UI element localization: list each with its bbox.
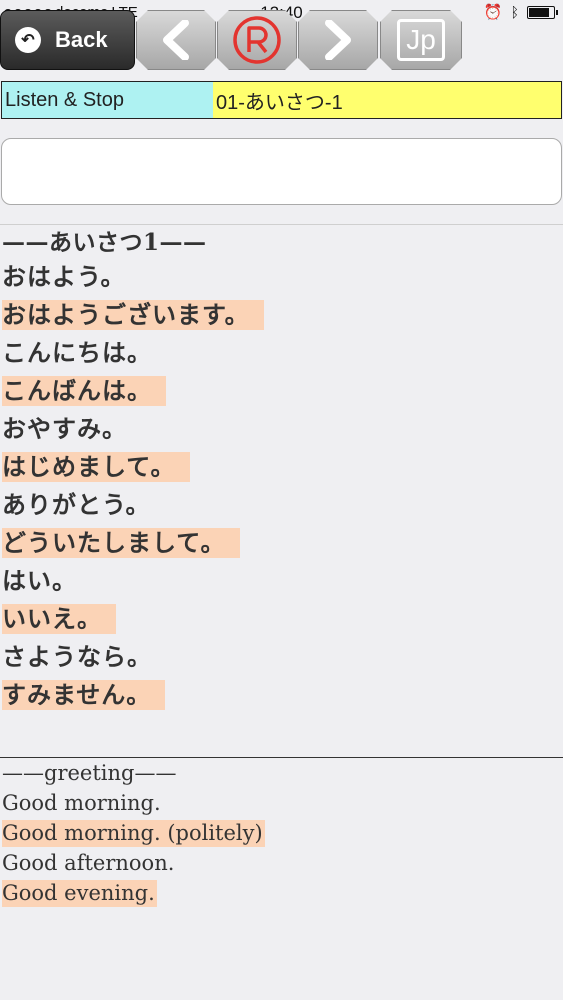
- jp-phrase-text: どういたしまして。: [2, 528, 240, 558]
- record-button[interactable]: [217, 10, 297, 70]
- jp-phrase-row[interactable]: おはよう。: [0, 258, 563, 296]
- jp-phrase-row[interactable]: さようなら。: [0, 638, 563, 676]
- jp-phrase-text: はい。: [2, 567, 77, 595]
- en-phrase-text: Good evening.: [2, 880, 157, 907]
- jp-phrase-text: こんばんは。: [2, 376, 166, 406]
- jp-phrase-text: いいえ。: [2, 604, 116, 634]
- jp-phrase-text: こんにちは。: [2, 339, 152, 367]
- jp-phrase-text: さようなら。: [2, 643, 152, 671]
- jp-phrase-row[interactable]: はじめまして。: [0, 448, 563, 486]
- track-title: 01-あいさつ-1: [213, 82, 561, 118]
- toolbar: ↶ Back Jp: [0, 10, 563, 72]
- jp-phrase-row[interactable]: どういたしまして。: [0, 524, 563, 562]
- english-phrase-list: ——greeting—— Good morning. Good morning. …: [0, 758, 563, 908]
- en-phrase-text: Good morning. (politely): [2, 820, 265, 847]
- en-phrase-row[interactable]: Good morning.: [0, 788, 563, 818]
- back-label: Back: [55, 27, 108, 52]
- divider: [0, 224, 563, 225]
- jp-phrase-text: ありがとう。: [2, 491, 151, 519]
- language-button[interactable]: Jp: [380, 10, 462, 70]
- chevron-right-icon: [321, 20, 355, 60]
- jp-phrase-row[interactable]: ありがとう。: [0, 486, 563, 524]
- en-phrase-row[interactable]: Good morning. (politely): [0, 818, 563, 848]
- jp-phrase-text: おやすみ。: [2, 415, 127, 443]
- player-bar: Listen & Stop 01-あいさつ-1: [1, 81, 562, 119]
- next-button[interactable]: [298, 10, 378, 70]
- jp-phrase-text: はじめまして。: [2, 452, 190, 482]
- jp-phrase-row[interactable]: こんばんは。: [0, 372, 563, 410]
- jp-phrase-text: おはよう。: [2, 263, 126, 291]
- jp-phrase-text: すみません。: [2, 680, 166, 710]
- back-arrow-icon: ↶: [15, 27, 41, 53]
- en-phrase-row[interactable]: Good afternoon.: [0, 848, 563, 878]
- japanese-section-heading: ——あいさつ1——: [2, 229, 207, 256]
- language-label: Jp: [397, 19, 445, 61]
- jp-phrase-row[interactable]: すみません。: [0, 676, 563, 714]
- back-button[interactable]: ↶ Back: [0, 10, 135, 70]
- chevron-left-icon: [159, 20, 193, 60]
- jp-phrase-row[interactable]: おはようございます。: [0, 296, 563, 334]
- en-phrase-text: Good afternoon.: [2, 851, 175, 875]
- jp-phrase-row[interactable]: はい。: [0, 562, 563, 600]
- en-phrase-row[interactable]: Good evening.: [0, 878, 563, 908]
- previous-button[interactable]: [136, 10, 216, 70]
- jp-phrase-row[interactable]: いいえ。: [0, 600, 563, 638]
- japanese-phrase-list: ——あいさつ1—— おはよう。おはようございます。 こんにちは。 こんばんは。 おやす…: [0, 228, 563, 714]
- registered-icon: [229, 12, 285, 68]
- jp-phrase-row[interactable]: おやすみ。: [0, 410, 563, 448]
- en-phrase-text: Good morning.: [2, 791, 161, 815]
- text-input-field[interactable]: [1, 138, 562, 205]
- english-section-heading: ——greeting——: [2, 761, 177, 785]
- jp-phrase-text: おはようございます。: [2, 300, 264, 330]
- listen-stop-button[interactable]: Listen & Stop: [2, 82, 213, 118]
- jp-phrase-row[interactable]: こんにちは。: [0, 334, 563, 372]
